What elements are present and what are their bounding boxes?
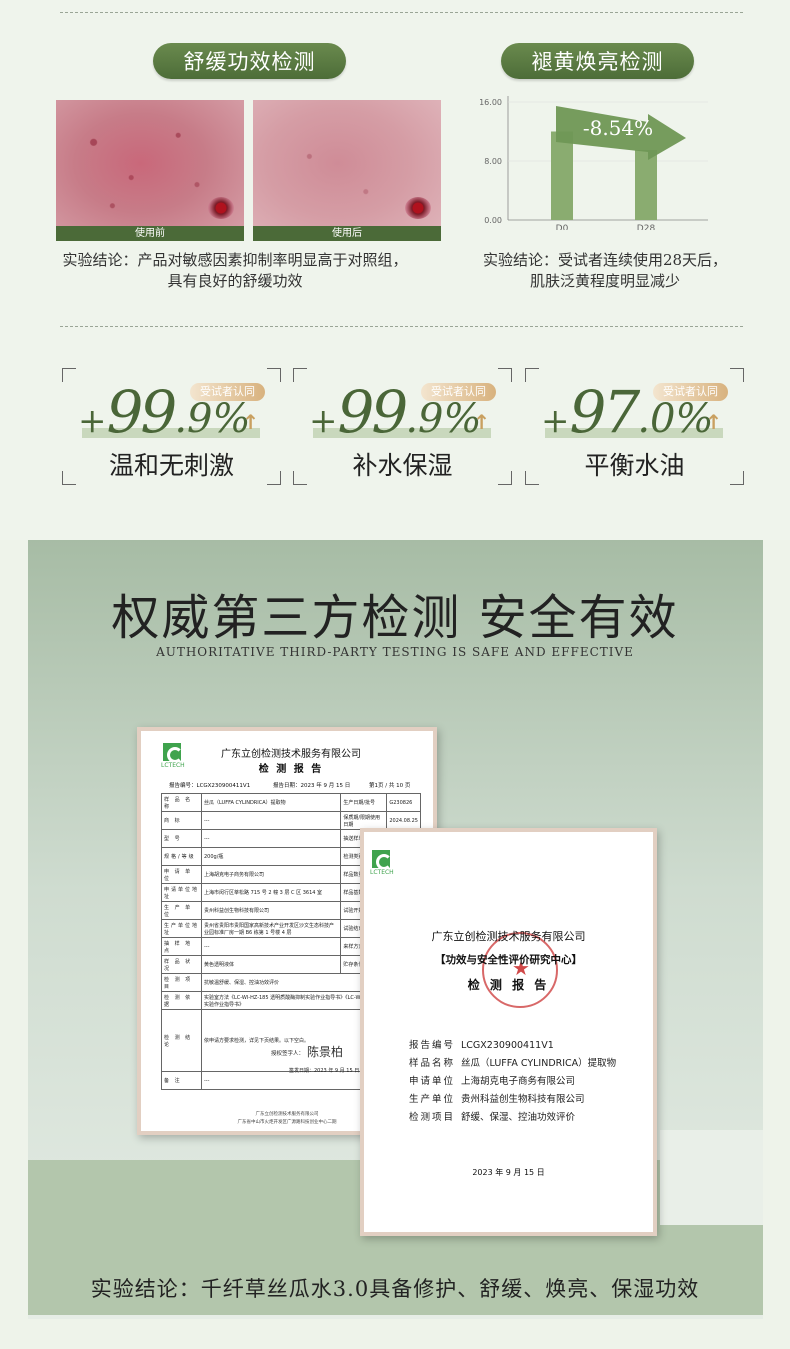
authority-conclusion: 实验结论：千纤草丝瓜水3.0具备修护、舒缓、焕亮、保湿功效: [90, 1277, 700, 1301]
info-row: 申请单位 上海胡克电子商务有限公司: [409, 1076, 576, 1087]
y-tick-label: 0.00: [484, 216, 502, 225]
up-arrow-icon: ↑: [473, 410, 490, 434]
before-label: 使用前: [56, 226, 244, 241]
decor-block: [660, 1130, 763, 1225]
soothing-title: 舒缓功效检测: [153, 43, 346, 79]
y-tick-label: 8.00: [484, 157, 502, 166]
doc2-title: 检 测 报 告: [467, 978, 550, 992]
stat-card: +99.9% 受试者认同 ↑ 温和无刺激: [62, 368, 281, 485]
x-tick-label: D28: [637, 224, 656, 230]
authority-title: 权威第三方检测 安全有效: [111, 590, 679, 646]
stat-badge: 受试者认同: [421, 383, 496, 401]
table-row: 样 品 名 称丝瓜（LUFFA CYLINDRICA）提取物 生产日期/批号 G23…: [161, 793, 421, 812]
signature: 陈景柏: [307, 1045, 344, 1059]
bar: [551, 131, 573, 220]
doc1-report-no: 报告编号：LCGX230900411V1: [169, 783, 251, 789]
stat-badge: 受试者认同: [653, 383, 728, 401]
change-label: -8.54%: [583, 116, 653, 140]
stat-label: 平衡水油: [584, 451, 685, 480]
doc1-issue-date: 签发日期：2023 年 9 月 15 日: [289, 1068, 360, 1074]
doc1-sign-label: 授权签字人：: [271, 1051, 305, 1057]
lctech-logo: LCTECH: [161, 743, 187, 769]
doc2-center: 【功效与安全性评价研究中心】: [435, 954, 582, 966]
y-tick-label: 16.00: [479, 98, 502, 107]
after-label: 使用后: [253, 226, 441, 241]
stat-card: +97.0% 受试者认同 ↑ 平衡水油: [525, 368, 744, 485]
stat-badge: 受试者认同: [190, 383, 265, 401]
up-arrow-icon: ↑: [242, 410, 259, 434]
doc1-company: 广东立创检测技术服务有限公司: [221, 749, 361, 760]
brightening-chart: 0.00 8.00 16.00 D0 D28 -8.54%: [479, 96, 708, 230]
divider: [60, 326, 743, 327]
divider: [60, 12, 743, 13]
stat-card: +99.9% 受试者认同 ↑ 补水保湿: [293, 368, 512, 485]
table-row: 商 标 --- 保质期/限期使用日期 2024.08.25: [161, 811, 421, 830]
before-photo: 使用前: [56, 100, 244, 241]
bar: [635, 149, 657, 220]
x-tick-label: D0: [556, 224, 569, 230]
doc1-page: 第1页 / 共 10 页: [369, 783, 411, 789]
lctech-logo: LCTECH: [370, 850, 396, 876]
info-row: 检测项目 舒缓、保湿、控油功效评价: [409, 1112, 576, 1123]
stat-label: 补水保湿: [352, 451, 453, 480]
soothing-conclusion: 实验结论：产品对敏感因素抑制率明显高于对照组， 具有良好的舒缓功效: [62, 251, 408, 290]
report-document-cover: LCTECH 广东立创检测技术服务有限公司 【功效与安全性评价研究中心】 检 测…: [360, 828, 657, 1236]
doc1-date: 报告日期：2023 年 9 月 15 日: [273, 783, 351, 789]
after-photo: 使用后: [253, 100, 441, 241]
info-row: 报告编号 LCGX230900411V1: [409, 1040, 554, 1051]
info-row: 生产单位 贵州科益创生物科技有限公司: [409, 1094, 585, 1105]
up-arrow-icon: ↑: [705, 410, 722, 434]
doc2-company: 广东立创检测技术服务有限公司: [431, 930, 586, 943]
brightening-title: 褪黄焕亮检测: [501, 43, 694, 79]
doc1-title: 检 测 报 告: [258, 764, 324, 775]
authority-subtitle: AUTHORITATIVE THIRD-PARTY TESTING IS SAF…: [156, 645, 634, 659]
doc2-date: 2023 年 9 月 15 日: [472, 1168, 545, 1177]
info-row: 样品名称 丝瓜（LUFFA CYLINDRICA）提取物: [409, 1058, 617, 1069]
stat-label: 温和无刺激: [108, 451, 234, 480]
brightening-conclusion: 实验结论：受试者连续使用28天后， 肌肤泛黄程度明显减少: [482, 251, 728, 290]
doc2-info: 报告编号 LCGX230900411V1 样品名称 丝瓜（LUFFA CYLINDRI…: [409, 1037, 616, 1127]
